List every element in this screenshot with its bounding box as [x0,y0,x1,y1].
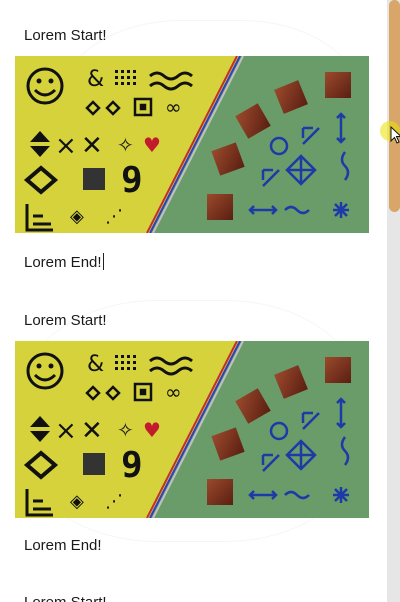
dot-target-icon: ⋰ [105,491,123,512]
vertical-scrollbar[interactable] [387,0,400,602]
scrollbar-thumb[interactable] [389,0,400,212]
checker-icon [83,168,105,190]
pattern-panel-image: & ∞ × ✕ ✧ ♥ 9 ◈ ⋰ [15,341,369,518]
x-cross-icon: ✕ [81,131,103,161]
ampersand-icon: & [87,67,104,92]
mouse-pointer-icon [390,126,400,144]
diamond-cross-icon: ◈ [70,206,84,227]
lorem-start-label: Lorem Start! [24,594,107,602]
dot-target-icon: ⋰ [105,206,123,227]
checker-icon [83,453,105,475]
heart-icon: ♥ [143,418,161,442]
lorem-end-label: Lorem End! [24,537,102,554]
sparkle-icon: ✧ [117,133,134,157]
scroll-content: Lorem Start! & ∞ × ✕ ✧ ♥ 9 ◈ ⋰ Lorem End… [0,0,385,602]
diamond-cross-icon: ◈ [70,491,84,512]
lorem-start-label: Lorem Start! [24,27,107,44]
nine-icon: 9 [121,160,143,201]
infinity-icon: ∞ [165,380,182,404]
lorem-end-label: Lorem End! [24,253,104,271]
ampersand-icon: & [87,352,104,377]
x-icon: × [55,416,77,446]
lorem-start-label: Lorem Start! [24,312,107,329]
nine-icon: 9 [121,445,143,486]
text-caret [102,253,104,270]
x-icon: × [55,131,77,161]
heart-icon: ♥ [143,133,161,157]
asterisk-icon [333,202,349,218]
pattern-panel-image: & ∞ × ✕ ✧ ♥ 9 ◈ ⋰ [15,56,369,233]
sparkle-icon: ✧ [117,418,134,442]
x-cross-icon: ✕ [81,416,103,446]
asterisk-icon [333,487,349,503]
infinity-icon: ∞ [165,95,182,119]
